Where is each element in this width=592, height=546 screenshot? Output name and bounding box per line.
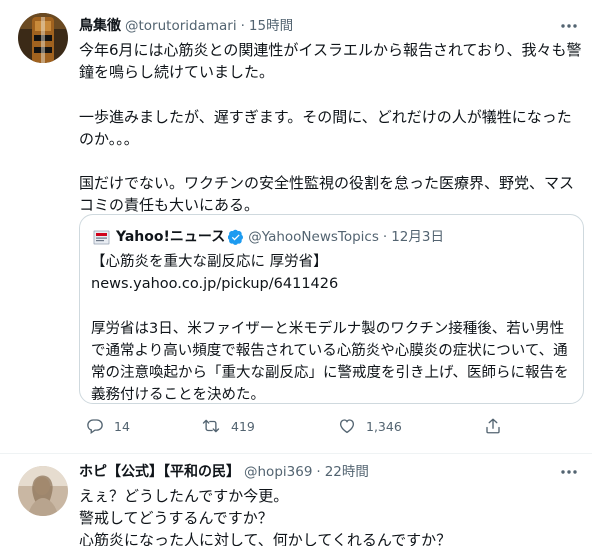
yahoo-news-logo bbox=[93, 228, 110, 246]
verified-badge-icon bbox=[228, 229, 244, 245]
quote-account-name[interactable]: Yahoo!ニュース bbox=[116, 226, 225, 248]
tweet-text: 今年6月には心筋炎との関連性がイスラエルから報告されており、我々も警鐘を鳴らし続… bbox=[79, 41, 582, 215]
more-button[interactable] bbox=[556, 16, 582, 36]
reply-icon bbox=[87, 419, 103, 435]
retweet-button[interactable]: 419 bbox=[201, 415, 255, 437]
quote-account-handle[interactable]: @YahooNewsTopics bbox=[248, 226, 379, 248]
heart-icon bbox=[339, 419, 355, 434]
quote-text: 【心筋炎を重大な副反応に 厚労省】 news.yahoo.co.jp/picku… bbox=[91, 254, 569, 404]
author-handle[interactable]: @hopi369 bbox=[244, 464, 312, 480]
meta-separator: · bbox=[316, 464, 321, 480]
reply-button[interactable]: 14 bbox=[86, 415, 130, 437]
quote-meta-separator: · bbox=[382, 229, 388, 245]
like-button[interactable]: 1,346 bbox=[338, 415, 402, 437]
share-button[interactable] bbox=[484, 415, 502, 437]
retweet-count: 419 bbox=[231, 418, 255, 434]
retweet-icon bbox=[202, 419, 220, 433]
avatar[interactable] bbox=[18, 466, 68, 516]
reply-count: 14 bbox=[114, 418, 130, 434]
tweet-header: 鳥集徹 @torutoridamari · 15時間 bbox=[79, 15, 572, 37]
author-name[interactable]: 鳥集徹 bbox=[79, 18, 121, 34]
avatar[interactable] bbox=[18, 13, 68, 63]
quote-header: Yahoo!ニュース @YahooNewsTopics · 12月3日 bbox=[93, 226, 444, 248]
tweet-time[interactable]: 15時間 bbox=[249, 18, 293, 34]
tweet-main[interactable]: 鳥集徹 @torutoridamari · 15時間 今年6月には心筋炎との関連性がイ… bbox=[0, 0, 592, 454]
tweet-time[interactable]: 22時間 bbox=[325, 464, 369, 480]
author-handle[interactable]: @torutoridamari bbox=[125, 18, 237, 34]
tweet-text: えぇ？どうしたんですか今更。 警戒してどうするんですか？ 心筋炎になった人に対し… bbox=[79, 487, 452, 546]
more-dots-icon bbox=[561, 24, 577, 28]
tweet-actions: 14 419 1,346 bbox=[86, 415, 526, 437]
tweet-header: ホピ【公式】【平和の民】 @hopi369 · 22時間 bbox=[79, 461, 572, 483]
like-count: 1,346 bbox=[366, 418, 402, 434]
meta-separator: · bbox=[240, 18, 245, 34]
quote-tweet[interactable]: Yahoo!ニュース @YahooNewsTopics · 12月3日 【心筋炎を重… bbox=[79, 214, 584, 404]
more-button[interactable] bbox=[556, 462, 582, 482]
quote-date[interactable]: 12月3日 bbox=[391, 226, 444, 248]
more-dots-icon bbox=[561, 470, 577, 474]
tweet-reply[interactable]: ホピ【公式】【平和の民】 @hopi369 · 22時間 えぇ？どうしたんですか今更。… bbox=[0, 455, 592, 546]
share-icon bbox=[486, 418, 500, 434]
author-name[interactable]: ホピ【公式】【平和の民】 bbox=[79, 464, 240, 480]
